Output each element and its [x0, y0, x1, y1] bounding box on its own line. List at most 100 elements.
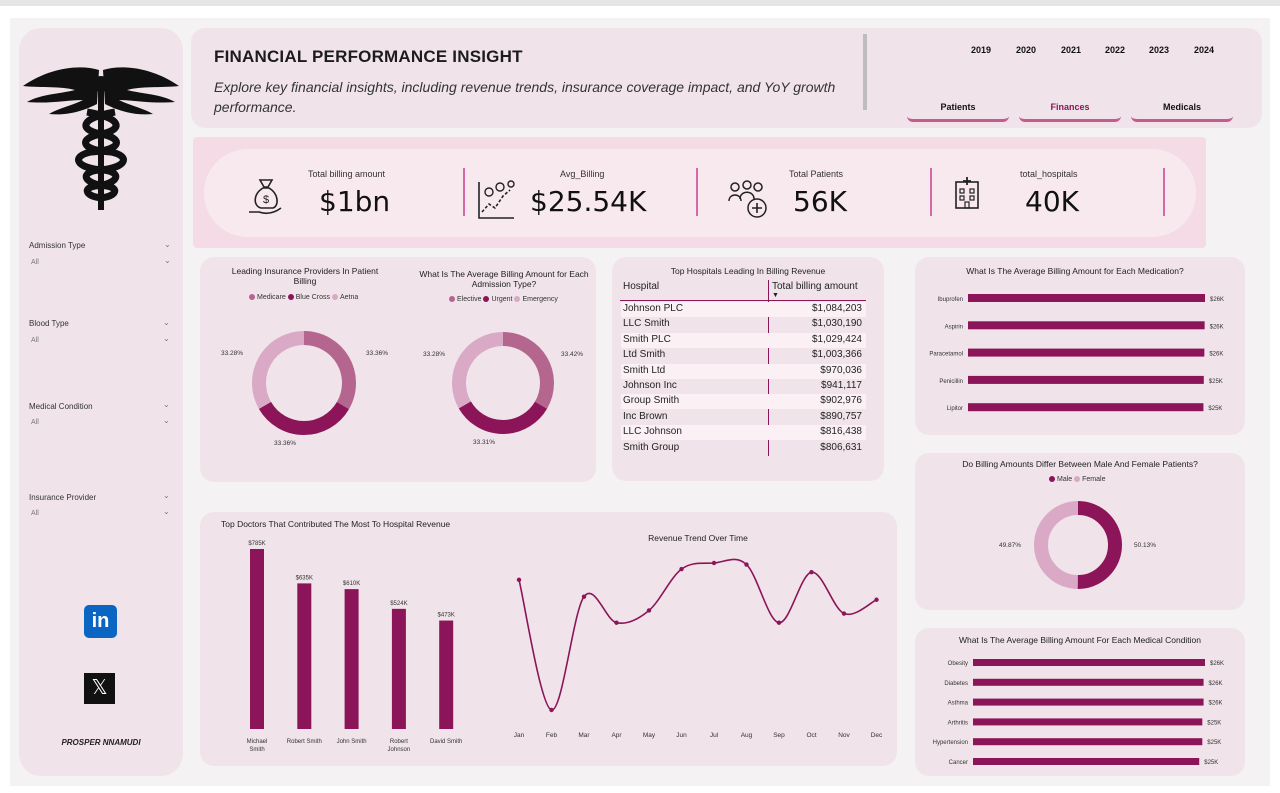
donut-data-label: 50.13%: [1134, 542, 1156, 549]
x-axis-tick-label: Jul: [710, 732, 719, 739]
filter-admission-type-value[interactable]: All: [31, 259, 39, 266]
table-row[interactable]: Smith Group $806,631: [621, 441, 866, 456]
kpi-total-patients-value: 56K: [793, 185, 847, 218]
year-slicer-2019[interactable]: 2019: [971, 45, 991, 55]
doctors-and-trend-svg: $785K Michael Smith $635K Robert Smith $610K J…: [247, 541, 883, 753]
bar-data-label: $473K: [438, 613, 455, 619]
year-slicer-2024[interactable]: 2024: [1194, 45, 1214, 55]
table-row[interactable]: LLC Smith $1,030,190: [621, 317, 866, 332]
trend-series-line: [518, 558, 877, 711]
bar-category-label: Robert Smith: [287, 739, 322, 745]
bar[interactable]: [297, 583, 312, 729]
table-row[interactable]: Smith PLC $1,029,424: [621, 332, 866, 348]
donut-slice[interactable]: [1077, 501, 1122, 589]
bar[interactable]: [968, 403, 1204, 412]
bar[interactable]: [439, 620, 454, 729]
table-header-hospital[interactable]: Hospital: [623, 281, 659, 292]
svg-text:$: $: [263, 194, 269, 206]
bar[interactable]: [250, 549, 264, 729]
hospital-table-title: Top Hospitals Leading In Billing Revenue: [670, 266, 826, 276]
table-row[interactable]: Smith Ltd $970,036: [621, 363, 866, 379]
filter-insurance-provider-value[interactable]: All: [31, 510, 39, 517]
table-header-billing[interactable]: Total billing amount: [772, 281, 858, 292]
bar-category-label: Obesity: [948, 661, 968, 667]
bar[interactable]: [344, 589, 359, 729]
kpi-total-patients-label: Total Patients: [789, 169, 844, 179]
trend-data-point[interactable]: [516, 577, 522, 583]
hospital-name-cell: Smith Ltd: [623, 364, 666, 376]
donut-slice[interactable]: [258, 401, 349, 435]
window-top-strip: [0, 0, 1280, 6]
kpi-separator: [696, 168, 698, 216]
sort-desc-icon[interactable]: ▼: [772, 292, 779, 299]
chevron-down-icon[interactable]: ⌄: [163, 491, 170, 500]
trend-data-point[interactable]: [614, 620, 619, 625]
donut-slice[interactable]: [252, 331, 305, 409]
bar[interactable]: [973, 718, 1203, 726]
filter-blood-type-value[interactable]: All: [31, 337, 39, 344]
chevron-down-icon[interactable]: ⌄: [164, 256, 171, 265]
bar-category-label: Aspirin: [945, 324, 963, 330]
trend-data-point[interactable]: [874, 597, 879, 602]
chevron-down-icon[interactable]: ⌄: [163, 416, 170, 425]
billing-amount-cell: $1,029,424: [811, 333, 862, 345]
table-row[interactable]: Ltd Smith $1,003,366: [621, 348, 866, 363]
chevron-down-icon[interactable]: ⌄: [163, 507, 170, 516]
gender-donut: 50.13% 49.87%: [999, 501, 1156, 589]
year-slicer-2021[interactable]: 2021: [1061, 45, 1081, 55]
bar[interactable]: [968, 375, 1204, 384]
caduceus-logo: [23, 67, 179, 210]
year-slicer-2022[interactable]: 2022: [1105, 45, 1125, 55]
x-axis-tick-label: Nov: [838, 732, 850, 739]
table-row[interactable]: Johnson Inc $941,117: [621, 379, 866, 394]
tab-medicals[interactable]: Medicals: [1131, 102, 1233, 122]
year-slicer-2020[interactable]: 2020: [1016, 45, 1036, 55]
x-axis-tick-label: Jun: [676, 732, 687, 739]
kpi-avg-billing-value: $25.54K: [530, 185, 647, 218]
chevron-down-icon[interactable]: ⌄: [163, 400, 170, 409]
table-row[interactable]: Inc Brown $890,757: [621, 410, 866, 425]
billing-amount-cell: $1,003,366: [811, 349, 862, 361]
bar[interactable]: [973, 659, 1205, 666]
x-twitter-icon[interactable]: 𝕏: [84, 673, 115, 704]
donut-slice[interactable]: [502, 332, 554, 409]
hospital-name-cell: Inc Brown: [623, 410, 668, 422]
bar[interactable]: [973, 678, 1204, 686]
donut-slice[interactable]: [452, 332, 504, 409]
year-slicer-2023[interactable]: 2023: [1149, 45, 1169, 55]
trend-data-point[interactable]: [549, 707, 554, 713]
donut-slice[interactable]: [1034, 501, 1079, 589]
bar-category-label: Lipitor: [947, 406, 963, 412]
table-row[interactable]: LLC Johnson $816,438: [621, 425, 866, 441]
bar[interactable]: [968, 294, 1205, 302]
trend-data-point[interactable]: [809, 569, 814, 575]
bar-category-label: Paracetamol: [929, 352, 963, 358]
tab-finances[interactable]: Finances: [1019, 102, 1121, 122]
chevron-down-icon[interactable]: ⌄: [163, 318, 170, 327]
linkedin-icon[interactable]: in: [84, 605, 117, 638]
bar[interactable]: [973, 738, 1203, 746]
bar-category-label: Arthritis: [948, 720, 968, 726]
chevron-down-icon[interactable]: ⌄: [164, 240, 171, 249]
table-row[interactable]: Johnson PLC $1,084,203: [621, 302, 866, 317]
bar[interactable]: [391, 608, 406, 729]
bar-category-label: John Smith: [337, 739, 367, 745]
donut-slice[interactable]: [303, 331, 356, 410]
table-row[interactable]: Group Smith $902,976: [621, 394, 866, 410]
trend-data-point[interactable]: [841, 611, 847, 616]
trend-data-point[interactable]: [646, 608, 652, 613]
chevron-down-icon[interactable]: ⌄: [163, 334, 170, 343]
trend-data-point[interactable]: [776, 620, 782, 625]
tab-patients[interactable]: Patients: [907, 102, 1009, 122]
bar[interactable]: [968, 348, 1205, 357]
trend-data-point[interactable]: [744, 562, 749, 567]
kpi-total-hospitals-value: 40K: [1025, 185, 1079, 218]
bar[interactable]: [968, 321, 1205, 330]
donut-slice[interactable]: [458, 401, 548, 434]
trend-data-point[interactable]: [711, 560, 717, 566]
trend-data-point[interactable]: [679, 566, 684, 572]
trend-data-point[interactable]: [581, 594, 587, 599]
bar[interactable]: [973, 758, 1200, 765]
bar[interactable]: [973, 698, 1204, 706]
filter-medical-condition-value[interactable]: All: [31, 419, 39, 426]
